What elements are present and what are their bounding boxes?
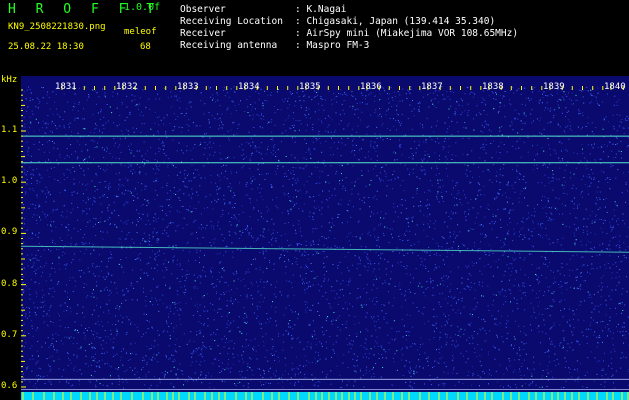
x-tick-label: 1836 (360, 82, 382, 92)
x-tick-label: 1831 (55, 82, 77, 92)
y-tick-label: 0.8 (1, 279, 18, 289)
x-tick-label: 1835 (299, 82, 321, 92)
location-value: : Chigasaki, Japan (139.414 35.340) (295, 16, 496, 27)
y-tick-label: 0.9 (1, 227, 18, 237)
bottom-bar (21, 392, 629, 400)
antenna-label: Receiving antenna (180, 40, 278, 51)
observer-value: : K.Nagai (295, 4, 347, 15)
mode-label: meleof (124, 27, 157, 37)
y-tick-label: 0.7 (1, 330, 18, 340)
version-label: 1.0.0f (124, 2, 161, 13)
x-tick-label: 1837 (421, 82, 443, 92)
x-tick-label: 1834 (238, 82, 260, 92)
spectrogram-screen: { "header": { "title": "H R O F F T", "v… (0, 0, 629, 400)
x-tick-label: 1838 (482, 82, 504, 92)
x-tick-label: 1840 (604, 82, 626, 92)
y-tick-label: 1.1 (1, 125, 18, 135)
filename-label: KN9_2508221830.png (8, 22, 106, 32)
x-tick-label: 1832 (116, 82, 138, 92)
y-axis-unit: kHz (1, 75, 18, 85)
bottom-bar-fill (21, 392, 629, 400)
receiver-value: : AirSpy mini (Miakejima VOR 108.65MHz) (295, 28, 519, 39)
spectrogram-plot (21, 76, 629, 400)
x-tick-label: 1839 (543, 82, 565, 92)
observer-label: Observer (180, 4, 226, 15)
receiver-label: Receiver (180, 28, 226, 39)
x-tick-label: 1833 (177, 82, 199, 92)
location-label: Receiving Location (180, 16, 283, 27)
mode-value: 68 (140, 42, 151, 52)
antenna-value: : Maspro FM-3 (295, 40, 370, 51)
y-tick-label: 0.6 (1, 381, 18, 391)
timestamp-label: 25.08.22 18:30 (8, 42, 84, 52)
y-tick-label: 1.0 (1, 176, 18, 186)
